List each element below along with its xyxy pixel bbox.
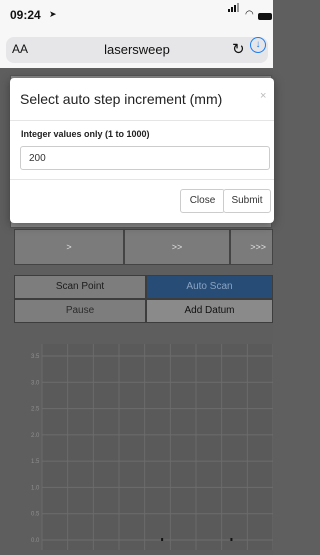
- y-tick-label: 0.0: [31, 538, 40, 544]
- scan-plot: 3.5 3.0 2.5 2.0 1.5 1.0 0.5 0.0: [31, 344, 273, 550]
- address-bar: AA lasersweep ↻ ↓: [0, 34, 273, 68]
- y-tick-label: 3.5: [31, 354, 40, 360]
- data-point: [230, 538, 233, 541]
- close-icon[interactable]: ×: [260, 90, 266, 102]
- status-time: 09:24: [10, 8, 41, 22]
- dialog-title: Select auto step increment (mm): [20, 91, 223, 107]
- download-icon[interactable]: ↓: [250, 37, 266, 53]
- divider: [10, 120, 274, 121]
- step-forward-fastest-button[interactable]: >>>: [230, 229, 273, 265]
- plot-area: [42, 344, 273, 550]
- y-tick-label: 2.5: [31, 407, 40, 413]
- auto-step-dialog: Select auto step increment (mm) × Intege…: [10, 78, 274, 223]
- data-point: [161, 538, 164, 541]
- site-name: lasersweep: [104, 42, 170, 57]
- pause-button[interactable]: Pause: [14, 299, 146, 323]
- location-arrow-icon: ➤: [49, 9, 57, 19]
- y-tick-label: 1.0: [31, 485, 40, 491]
- divider: [10, 179, 274, 180]
- reload-icon[interactable]: ↻: [232, 40, 245, 58]
- wifi-icon: ◠: [245, 9, 254, 20]
- url-field[interactable]: AA lasersweep ↻: [6, 37, 268, 63]
- y-tick-label: 3.0: [31, 380, 40, 386]
- y-tick-label: 0.5: [31, 512, 40, 518]
- increment-label: Integer values only (1 to 1000): [21, 129, 150, 139]
- submit-button[interactable]: Submit: [223, 189, 271, 213]
- status-bar: 09:24 ➤ ◠: [0, 0, 273, 34]
- increment-input[interactable]: [20, 146, 270, 170]
- scan-point-button[interactable]: Scan Point: [14, 275, 146, 299]
- battery-icon: [258, 13, 272, 20]
- step-forward-button[interactable]: >: [14, 229, 124, 265]
- step-forward-fast-button[interactable]: >>: [124, 229, 230, 265]
- y-tick-label: 1.5: [31, 459, 40, 465]
- y-tick-label: 2.0: [31, 433, 40, 439]
- scan-chart: 3.5 3.0 2.5 2.0 1.5 1.0 0.5 0.0: [0, 330, 273, 555]
- auto-scan-button[interactable]: Auto Scan: [146, 275, 273, 299]
- add-datum-button[interactable]: Add Datum: [146, 299, 273, 323]
- close-button[interactable]: Close: [180, 189, 225, 213]
